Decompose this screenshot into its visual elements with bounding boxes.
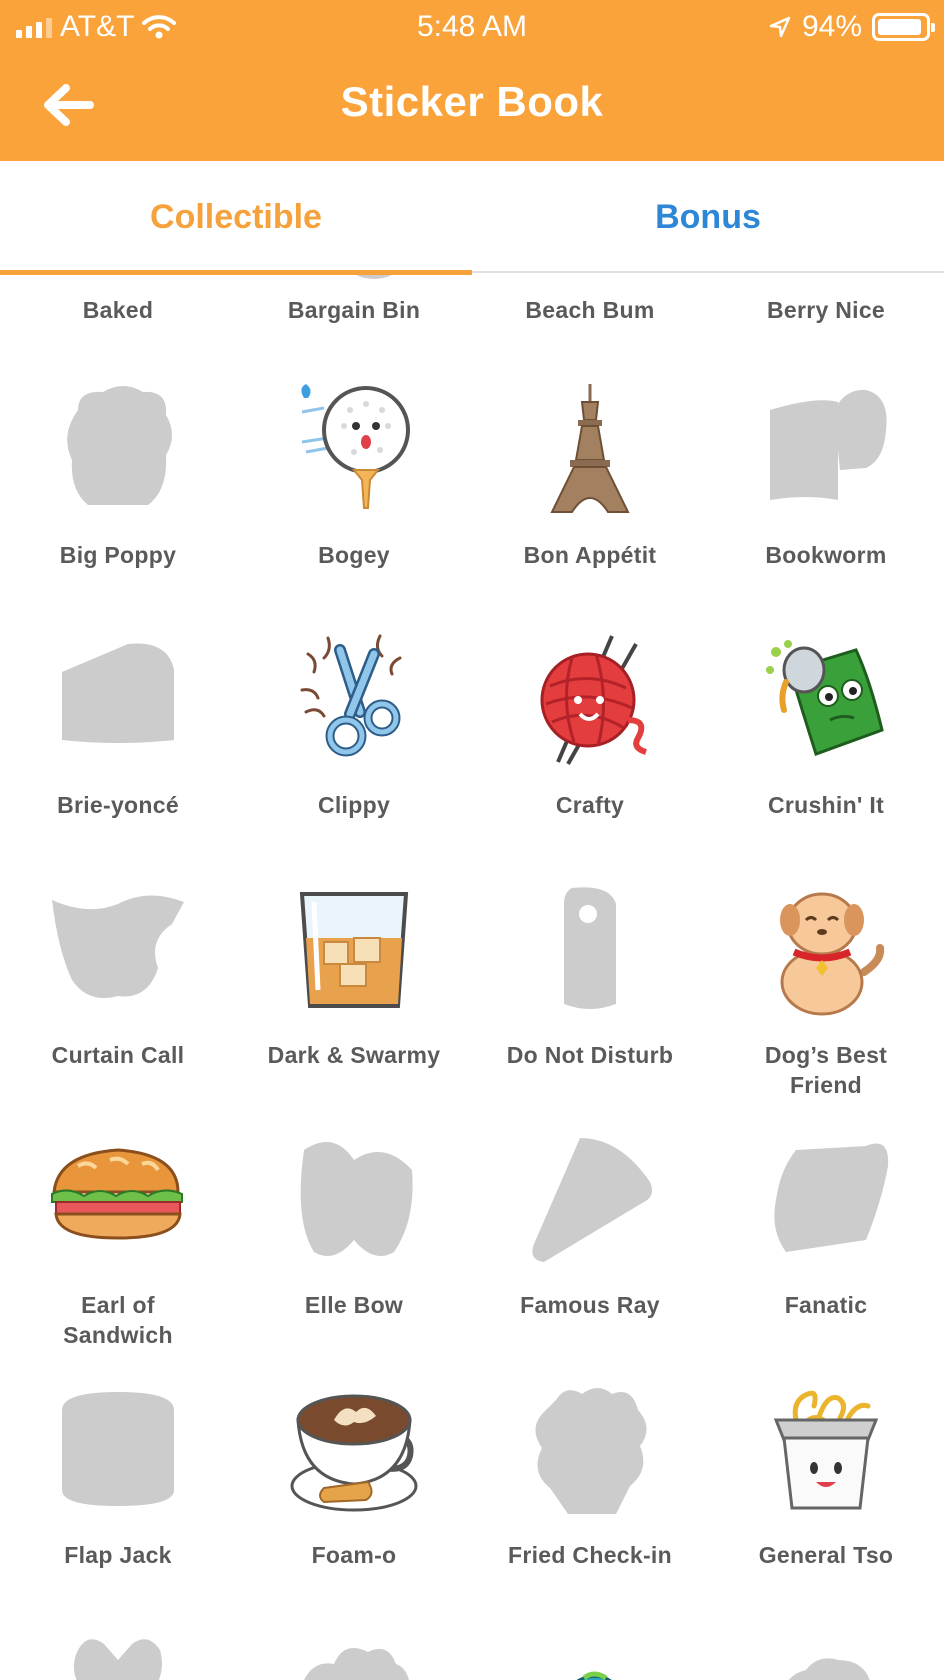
app-header: AT&T 5:48 AM 94% Sticker Book (0, 0, 944, 161)
sticker-bookworm[interactable]: Bookworm (708, 380, 944, 570)
sticker-silhouette (535, 1388, 647, 1514)
sticker-crafty[interactable]: Crafty (472, 630, 708, 820)
status-bar: AT&T 5:48 AM 94% (0, 0, 944, 52)
sticker-bon-appetit[interactable]: Bon Appétit (472, 380, 708, 570)
sticker-label: Elle Bow (304, 1292, 404, 1318)
sticker-label: Brie-yoncé (57, 792, 179, 818)
dog-icon (780, 892, 885, 1016)
soda-can-icon (766, 640, 884, 756)
sticker-grid: Baked Bargain Bin Beach Bum Berry Nice B… (0, 275, 944, 1680)
sticker-label: Foam-o (311, 1542, 397, 1568)
coffee-cup-icon (290, 1394, 418, 1512)
yarn-ball-icon (540, 635, 647, 765)
sticker-general-tso[interactable]: General Tso (708, 1380, 944, 1570)
takeout-box-icon (773, 1390, 879, 1510)
sticker-berry-nice[interactable]: Berry Nice (708, 275, 944, 325)
sticker-fanatic[interactable]: Fanatic (708, 1130, 944, 1320)
sticker-silhouette (52, 895, 184, 998)
scissors-icon (300, 634, 402, 757)
sticker-silhouette (356, 275, 392, 279)
sticker-label: Fanatic (784, 1292, 868, 1318)
sticker-label: General Tso (758, 1542, 894, 1568)
nav-bar: Sticker Book (0, 70, 944, 140)
sticker-silhouette (774, 1143, 889, 1252)
sticker-earl-of-sandwich[interactable]: Earl of Sandwich (0, 1130, 236, 1350)
sticker-peek-icon (576, 1671, 612, 1680)
sticker-foam-o[interactable]: Foam-o (236, 1380, 472, 1570)
tab-collectible[interactable]: Collectible (0, 161, 472, 275)
sticker-label: Beach Bum (525, 297, 655, 323)
sticker-label: Earl of Sandwich (63, 1292, 173, 1348)
sticker-silhouette (756, 275, 896, 287)
page-title: Sticker Book (340, 78, 604, 125)
sticker-silhouette (770, 389, 887, 500)
sticker-label: Curtain Call (51, 1042, 185, 1068)
sticker-bogey[interactable]: Bogey (236, 380, 472, 570)
sticker-label: Berry Nice (766, 297, 886, 323)
location-arrow-icon (769, 16, 791, 38)
sticker-famous-ray[interactable]: Famous Ray (472, 1130, 708, 1320)
sticker-do-not-disturb[interactable]: Do Not Disturb (472, 880, 708, 1070)
status-right: 94% (768, 10, 935, 44)
sticker-label: Bookworm (765, 542, 887, 568)
sticker-label: Bogey (318, 542, 390, 568)
sticker-label: Dark & Swarmy (267, 1042, 441, 1068)
battery-icon (872, 13, 935, 41)
sticker-silhouette (300, 1142, 413, 1256)
sticker-silhouette (73, 1639, 162, 1680)
battery-percent: 94% (801, 10, 862, 43)
sticker-row6-col1[interactable] (0, 1630, 236, 1680)
sticker-label: Famous Ray (520, 1292, 660, 1318)
sticker-row6-col4[interactable] (708, 1630, 944, 1680)
sticker-curtain-call[interactable]: Curtain Call (0, 880, 236, 1070)
sticker-label: Crafty (555, 792, 625, 818)
sticker-label: Do Not Disturb (506, 1042, 674, 1068)
sticker-flap-jack[interactable]: Flap Jack (0, 1380, 236, 1570)
sandwich-icon (51, 1148, 183, 1240)
tab-bonus[interactable]: Bonus (472, 161, 944, 273)
sticker-label: Bon Appétit (523, 542, 657, 568)
sticker-label: Fried Check-in (508, 1542, 672, 1568)
sticker-silhouette (532, 1138, 652, 1262)
sticker-label: Baked (82, 297, 154, 323)
sticker-silhouette (67, 386, 172, 505)
sticker-fried-check-in[interactable]: Fried Check-in (472, 1380, 708, 1570)
sticker-label: Clippy (317, 792, 391, 818)
sticker-brie-yonce[interactable]: Brie-yoncé (0, 630, 236, 820)
sticker-silhouette (62, 1392, 174, 1506)
sticker-dark-and-swarmy[interactable]: Dark & Swarmy (236, 880, 472, 1070)
whiskey-glass-icon (299, 892, 409, 1008)
sticker-elle-bow[interactable]: Elle Bow (236, 1130, 472, 1320)
sticker-row6-col2[interactable] (236, 1630, 472, 1680)
sticker-label: Big Poppy (59, 542, 177, 568)
sticker-label: Flap Jack (64, 1542, 172, 1568)
sticker-baked[interactable]: Baked (0, 295, 236, 325)
sticker-big-poppy[interactable]: Big Poppy (0, 380, 236, 570)
sticker-bargain-bin[interactable]: Bargain Bin (236, 275, 472, 325)
bogey-golf-ball-icon (301, 384, 410, 509)
sticker-beach-bum[interactable]: Beach Bum (472, 295, 708, 325)
sticker-label: Bargain Bin (287, 297, 421, 323)
sticker-dogs-best-friend[interactable]: Dog’s Best Friend (708, 880, 944, 1100)
sticker-silhouette (62, 643, 174, 743)
sticker-row6-col3[interactable] (472, 1630, 708, 1680)
sticker-silhouette (564, 887, 616, 1009)
sticker-clippy[interactable]: Clippy (236, 630, 472, 820)
sticker-silhouette (304, 1648, 409, 1680)
sticker-silhouette (788, 1658, 870, 1680)
sticker-label: Crushin' It (767, 792, 885, 818)
eiffel-tower-icon (550, 384, 630, 513)
tab-bar: Collectible Bonus (0, 161, 944, 275)
sticker-label: Dog’s Best Friend (764, 1042, 888, 1098)
sticker-crushin-it[interactable]: Crushin' It (708, 630, 944, 820)
